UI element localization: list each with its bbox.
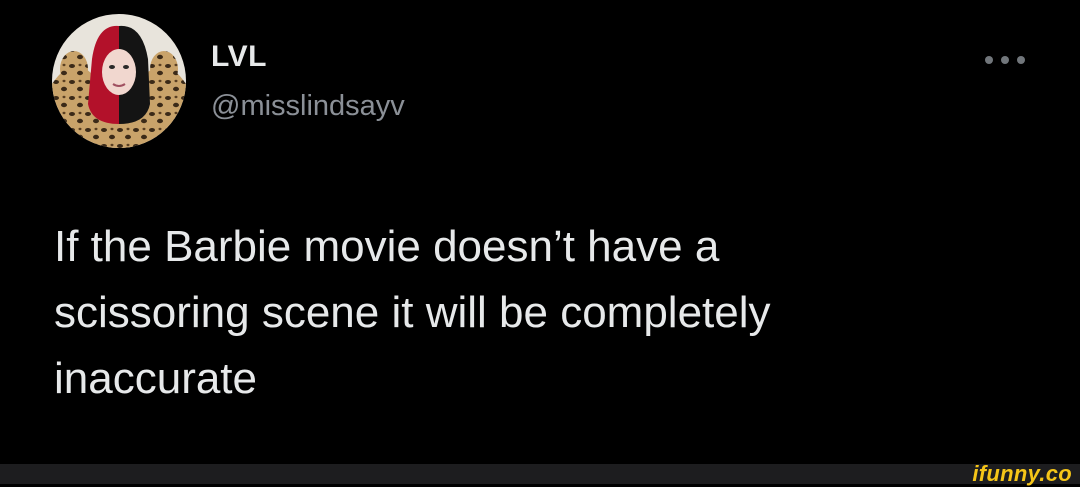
user-avatar-photo (52, 14, 186, 148)
dot (1017, 56, 1025, 64)
user-handle[interactable]: @misslindsayv (211, 90, 405, 123)
watermark-bar: ifunny.co (0, 461, 1080, 486)
more-options-icon[interactable] (985, 48, 1025, 72)
tweet-card: LVL @misslindsayv If the Barbie movie do… (0, 0, 1080, 464)
display-name[interactable]: LVL (211, 40, 267, 74)
tweet-text: If the Barbie movie doesn’t have a sciss… (54, 222, 771, 403)
dot (985, 56, 993, 64)
dot (1001, 56, 1009, 64)
avatar[interactable] (52, 14, 186, 148)
ifunny-watermark: ifunny.co (972, 461, 1072, 486)
